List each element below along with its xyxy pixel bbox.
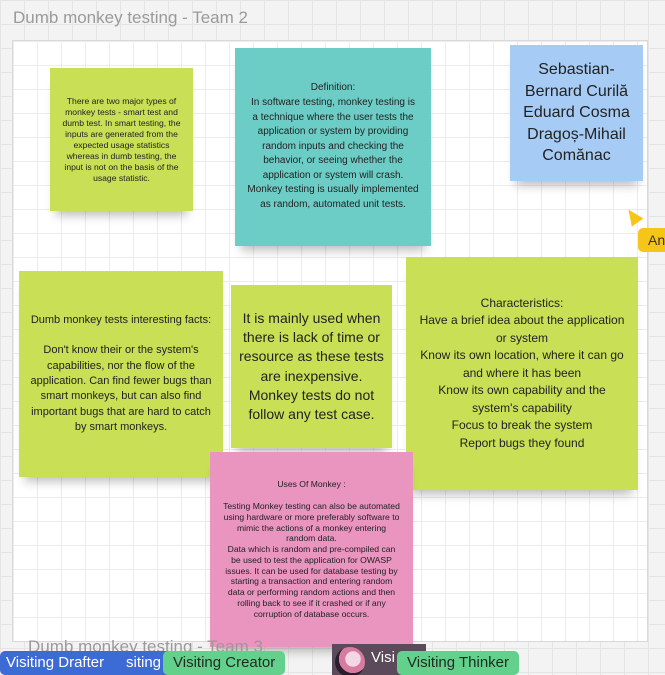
- sticky-note-usage[interactable]: It is mainly used when there is lack of …: [231, 285, 392, 448]
- sticky-note-uses[interactable]: Uses Of Monkey : Testing Monkey testing …: [210, 452, 413, 647]
- collaborator-chip-label: Visiting Creator: [173, 654, 276, 671]
- collaborator-chip-label: Visi: [371, 649, 395, 666]
- collaborator-chip-creator[interactable]: Visiting Creator: [163, 651, 286, 675]
- sticky-note-text: Uses Of Monkey : Testing Monkey testing …: [223, 479, 400, 619]
- sticky-note-text: Sebastian-Bernard Curilă Eduard Cosma Dr…: [523, 61, 630, 165]
- sticky-note-types[interactable]: There are two major types of monkey test…: [50, 68, 193, 211]
- sticky-note-characteristics[interactable]: Characteristics: Have a brief idea about…: [406, 257, 638, 490]
- collaborator-chip-label: siting: [126, 654, 162, 671]
- sticky-note-text: There are two major types of monkey test…: [62, 95, 181, 183]
- collaborator-cursor-label: An: [638, 228, 665, 252]
- sticky-note-authors[interactable]: Sebastian-Bernard Curilă Eduard Cosma Dr…: [510, 45, 643, 181]
- sticky-note-text: Dumb monkey tests interesting facts: Don…: [30, 313, 212, 433]
- avatar: [335, 647, 365, 675]
- sticky-note-definition[interactable]: Definition: In software testing, monkey …: [235, 48, 431, 246]
- sticky-note-text: It is mainly used when there is lack of …: [239, 309, 384, 422]
- sticky-note-text: Definition: In software testing, monkey …: [247, 82, 419, 211]
- frame-title[interactable]: Dumb monkey testing - Team 2: [13, 8, 248, 28]
- collaborator-chip-thinker[interactable]: Visiting Thinker: [397, 651, 519, 675]
- sticky-note-text: Characteristics: Have a brief idea about…: [419, 295, 625, 450]
- collaborator-chip-partial[interactable]: siting: [122, 651, 166, 675]
- collaborator-chip-label: Visiting Drafter: [6, 654, 105, 671]
- sticky-note-facts[interactable]: Dumb monkey tests interesting facts: Don…: [19, 271, 223, 477]
- collaborator-chip-label: Visiting Thinker: [407, 654, 509, 671]
- whiteboard-canvas[interactable]: Dumb monkey testing - Team 2 There are t…: [0, 0, 665, 675]
